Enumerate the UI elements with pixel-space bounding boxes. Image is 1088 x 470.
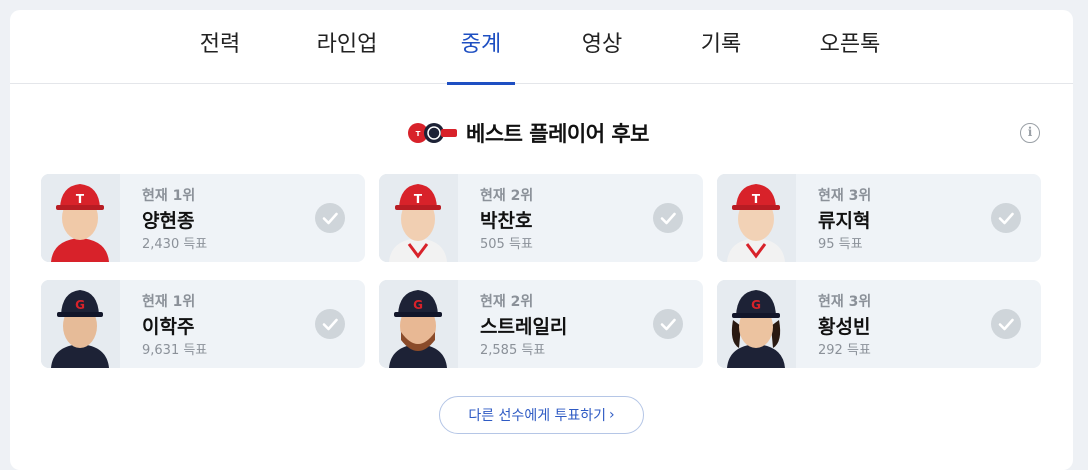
svg-text:G: G — [413, 298, 423, 312]
tab-bar: 전력 라인업 중계 영상 기록 오픈톡 — [10, 10, 1073, 85]
check-icon[interactable] — [653, 203, 683, 233]
check-icon[interactable] — [653, 309, 683, 339]
player-photo: G — [41, 280, 120, 368]
check-icon[interactable] — [991, 203, 1021, 233]
player-rank: 현재 1위 — [142, 188, 196, 204]
tab-records[interactable]: 기록 — [687, 10, 755, 84]
chevron-right-icon: › — [609, 407, 615, 423]
svg-text:G: G — [751, 298, 761, 312]
player-rank: 현재 2위 — [480, 188, 534, 204]
section-header: T 베스트 플레이어 후보 — [404, 118, 650, 148]
player-card[interactable]: T 현재 2위 박찬호 505 득표 — [379, 174, 703, 262]
svg-text:T: T — [416, 130, 421, 138]
check-icon[interactable] — [315, 309, 345, 339]
svg-text:G: G — [75, 298, 85, 312]
player-card[interactable]: G 현재 2위 스트레일리 2,585 득표 — [379, 280, 703, 368]
player-photo: T — [41, 174, 120, 262]
player-name: 이학주 — [142, 316, 195, 338]
player-photo: T — [379, 174, 458, 262]
player-card[interactable]: T 현재 1위 양현종 2,430 득표 — [41, 174, 365, 262]
player-photo: G — [379, 280, 458, 368]
player-name: 황성빈 — [818, 316, 871, 338]
player-card[interactable]: G 현재 1위 이학주 9,631 득표 — [41, 280, 365, 368]
best-player-card: 전력 라인업 중계 영상 기록 오픈톡 T 베스트 플레이어 후보 i T 현재… — [10, 10, 1073, 470]
player-votes: 2,585 득표 — [480, 343, 546, 358]
section-title: 베스트 플레이어 후보 — [466, 122, 650, 146]
vote-button-label: 다른 선수에게 투표하기 — [468, 408, 607, 424]
tab-opentalk[interactable]: 오픈톡 — [807, 10, 893, 84]
info-icon[interactable]: i — [1020, 123, 1040, 143]
player-photo: G — [717, 280, 796, 368]
player-rank: 현재 3위 — [818, 188, 872, 204]
player-name: 박찬호 — [480, 210, 533, 232]
player-photo: T — [717, 174, 796, 262]
tab-lineup[interactable]: 라인업 — [306, 10, 388, 84]
player-card[interactable]: G 현재 3위 황성빈 292 득표 — [717, 280, 1041, 368]
player-votes: 505 득표 — [480, 237, 533, 252]
player-name: 양현종 — [142, 210, 195, 232]
player-rank: 현재 3위 — [818, 294, 872, 310]
player-votes: 292 득표 — [818, 343, 871, 358]
tab-broadcast[interactable]: 중계 — [447, 10, 515, 85]
player-name: 스트레일리 — [480, 316, 568, 338]
svg-text:T: T — [76, 192, 85, 206]
player-votes: 9,631 득표 — [142, 343, 208, 358]
tab-lineup-strength[interactable]: 전력 — [183, 10, 257, 84]
check-icon[interactable] — [315, 203, 345, 233]
player-card[interactable]: T 현재 3위 류지혁 95 득표 — [717, 174, 1041, 262]
team-logos-icon: T — [404, 120, 458, 146]
svg-text:T: T — [414, 192, 423, 206]
player-rank: 현재 1위 — [142, 294, 196, 310]
tab-video[interactable]: 영상 — [567, 10, 637, 84]
vote-other-player-button[interactable]: 다른 선수에게 투표하기 › — [439, 396, 644, 434]
svg-text:T: T — [752, 192, 761, 206]
player-rank: 현재 2위 — [480, 294, 534, 310]
player-votes: 2,430 득표 — [142, 237, 208, 252]
player-votes: 95 득표 — [818, 237, 863, 252]
check-icon[interactable] — [991, 309, 1021, 339]
player-name: 류지혁 — [818, 210, 871, 232]
